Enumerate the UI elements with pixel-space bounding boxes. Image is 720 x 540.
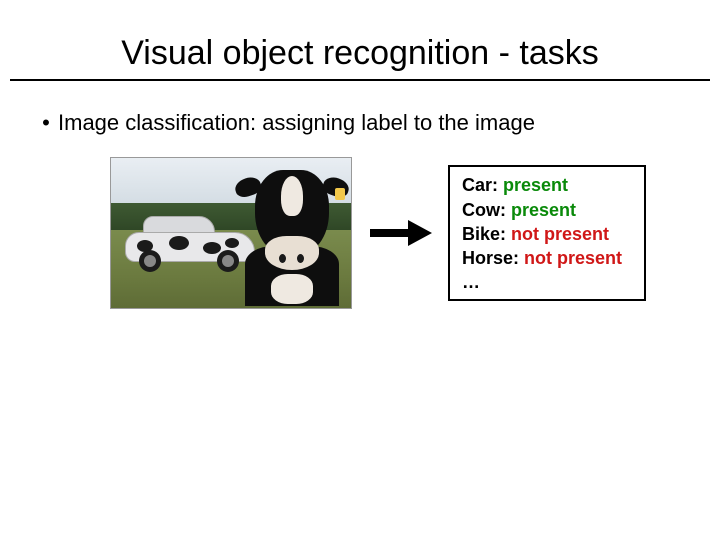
label-name: Cow <box>462 200 500 220</box>
label-name: Bike <box>462 224 500 244</box>
label-status: present <box>511 200 576 220</box>
slide-title: Visual object recognition - tasks <box>40 34 680 73</box>
label-name: Car <box>462 175 492 195</box>
label-row-bike: Bike: not present <box>462 222 632 246</box>
slide: Visual object recognition - tasks • Imag… <box>0 0 720 540</box>
bullet-item-1: • Image classification: assigning label … <box>34 109 680 137</box>
car-illustration <box>125 214 255 272</box>
cow-illustration <box>237 170 347 305</box>
bullet-text-1: Image classification: assigning label to… <box>58 109 535 137</box>
example-image <box>110 157 352 309</box>
bullet-dot-icon: • <box>34 109 58 137</box>
label-name: Horse <box>462 248 513 268</box>
example-row: Car: present Cow: present Bike: not pres… <box>110 157 680 309</box>
label-status: not present <box>524 248 622 268</box>
label-row-ellipsis: … <box>462 270 632 294</box>
arrow-right-icon <box>368 218 432 248</box>
label-row-horse: Horse: not present <box>462 246 632 270</box>
label-status: not present <box>511 224 609 244</box>
label-status: present <box>503 175 568 195</box>
ellipsis: … <box>462 272 480 292</box>
title-underline <box>10 79 710 81</box>
label-row-car: Car: present <box>462 173 632 197</box>
label-row-cow: Cow: present <box>462 198 632 222</box>
classification-output: Car: present Cow: present Bike: not pres… <box>448 165 646 300</box>
